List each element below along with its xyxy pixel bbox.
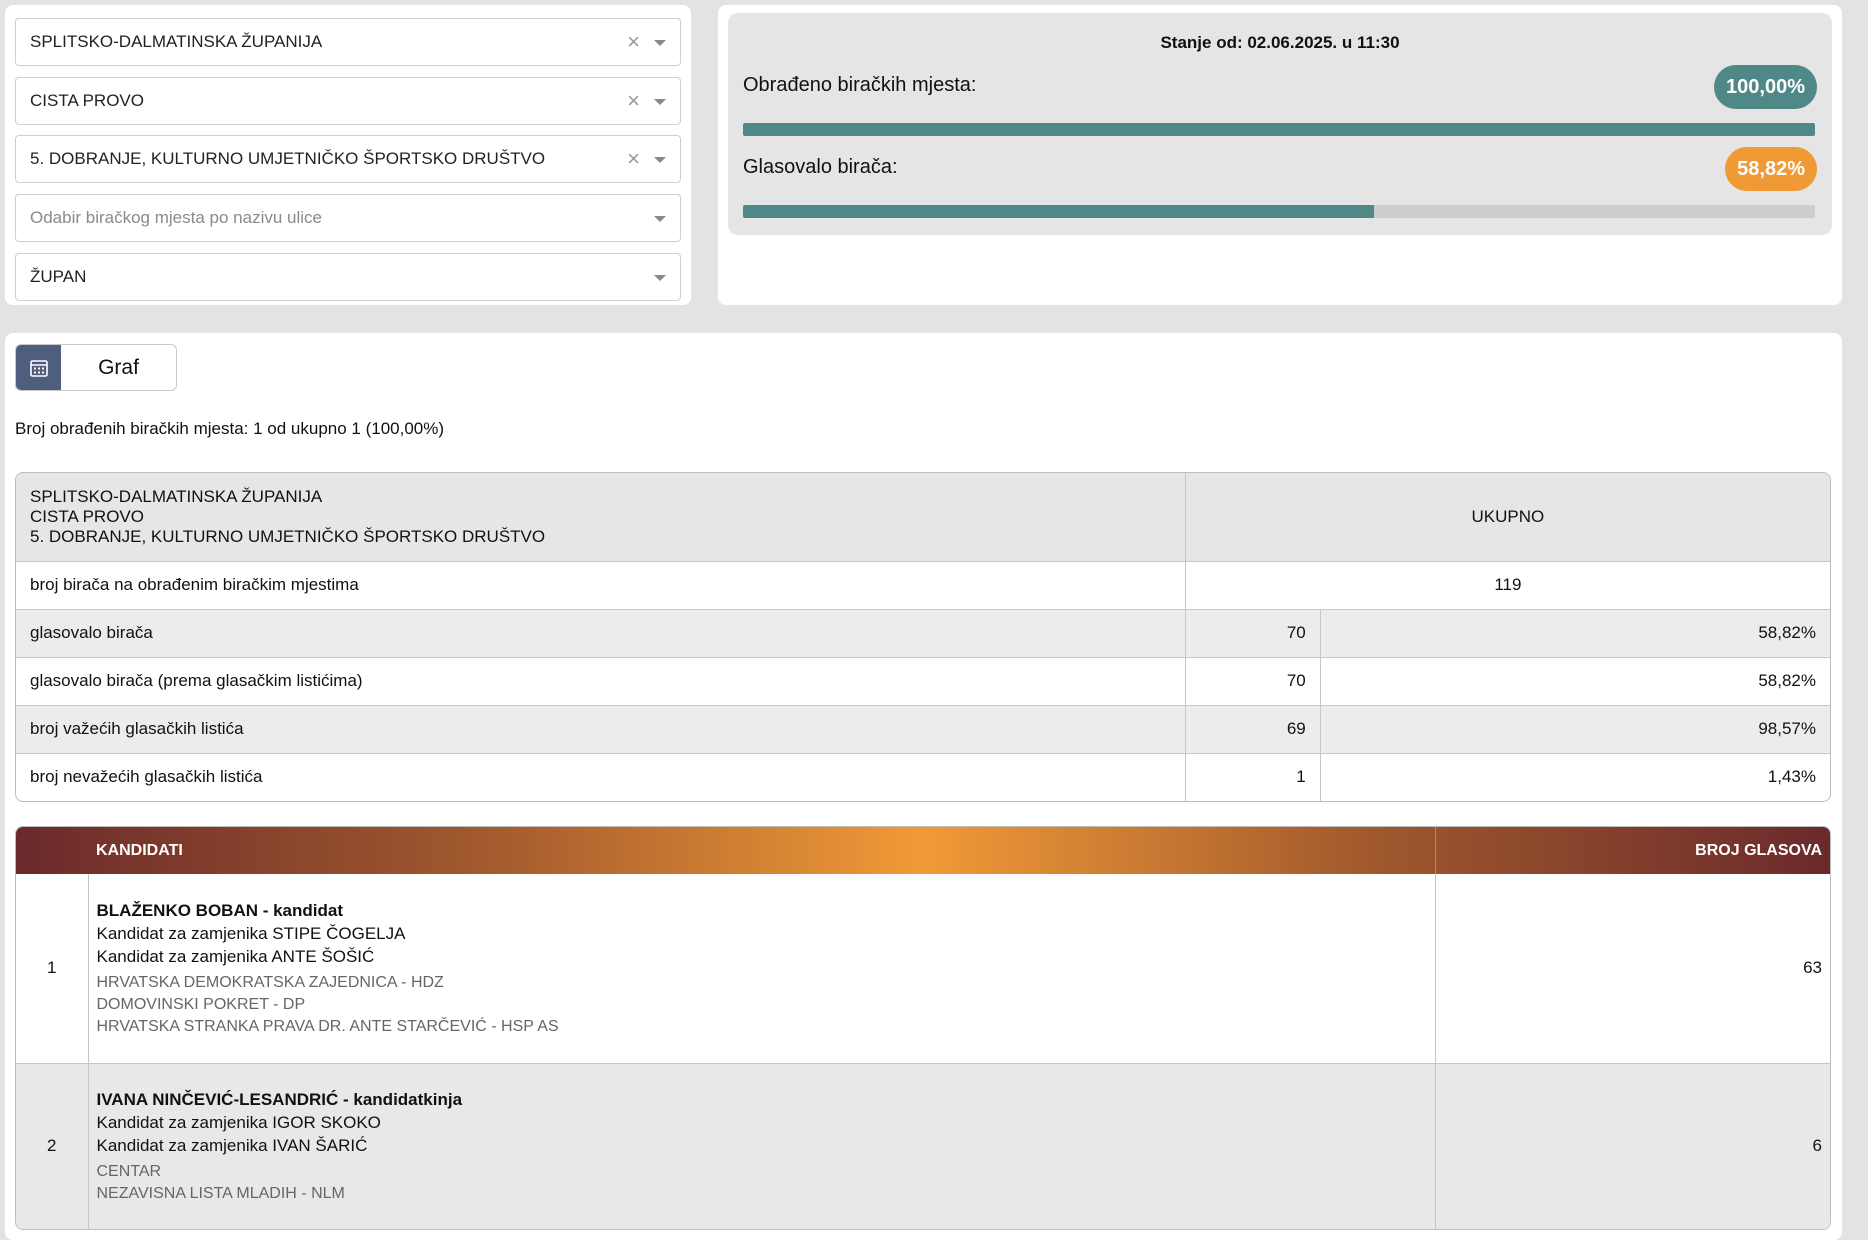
candidate-parties: HRVATSKA DEMOKRATSKA ZAJEDNICA - HDZ DOM… <box>97 972 1427 1038</box>
candidate-deputy: Kandidat za zamjenika ANTE ŠOŠIĆ <box>96 946 375 966</box>
chevron-down-icon[interactable] <box>654 216 666 222</box>
row-label: glasovalo birača (prema glasačkim listić… <box>16 657 1186 706</box>
polling-station-select[interactable]: 5. DOBRANJE, KULTURNO UMJETNIČKO ŠPORTSK… <box>15 135 681 183</box>
candidate-row: 2 IVANA NINČEVIĆ-LESANDRIĆ - kandidatkin… <box>16 1063 1830 1229</box>
table-row: glasovalo birača 70 58,82% <box>16 609 1830 658</box>
chevron-down-icon[interactable] <box>654 99 666 105</box>
county-select-value: SPLITSKO-DALMATINSKA ŽUPANIJA <box>30 32 323 51</box>
city-select-value: CISTA PROVO <box>30 91 144 110</box>
processed-count-text: Broj obrađenih biračkih mjesta: 1 od uku… <box>15 419 445 438</box>
processed-progress-fill <box>743 123 1815 136</box>
street-select[interactable]: Odabir biračkog mjesta po nazivu ulice <box>15 194 681 242</box>
party-name: NEZAVISNA LISTA MLADIH - NLM <box>96 1184 345 1202</box>
row-count: 70 <box>1185 609 1321 658</box>
candidates-header: KANDIDATI <box>88 827 1436 874</box>
row-percent: 98,57% <box>1320 705 1830 754</box>
candidate-name: IVANA NINČEVIĆ-LESANDRIĆ - kandidatkinja <box>96 1089 463 1109</box>
election-type-select[interactable]: ŽUPAN <box>15 253 681 301</box>
summary-table: SPLITSKO-DALMATINSKA ŽUPANIJA CISTA PROV… <box>15 472 1831 802</box>
candidate-deputy: Kandidat za zamjenika IVAN ŠARIĆ <box>96 1135 368 1155</box>
row-percent: 1,43% <box>1767 767 1816 787</box>
candidate-votes: 63 <box>1435 874 1830 1064</box>
candidate-votes: 6 <box>1435 1063 1830 1229</box>
calendar-grid-icon <box>16 345 61 390</box>
county-select[interactable]: SPLITSKO-DALMATINSKA ŽUPANIJA × <box>15 18 681 66</box>
summary-location-city: CISTA PROVO <box>30 506 144 526</box>
summary-header-row: SPLITSKO-DALMATINSKA ŽUPANIJA CISTA PROV… <box>16 473 1830 562</box>
row-percent: 58,82% <box>1320 609 1830 658</box>
candidate-deputy: Kandidat za zamjenika IGOR SKOKO <box>96 1112 381 1132</box>
graf-button-label: Graf <box>98 355 139 379</box>
status-date: Stanje od: 02.06.2025. u 11:30 <box>1160 33 1400 52</box>
summary-location-county: SPLITSKO-DALMATINSKA ŽUPANIJA <box>30 486 323 506</box>
status-card: Stanje od: 02.06.2025. u 11:30 Obrađeno … <box>728 13 1832 235</box>
table-row: glasovalo birača (prema glasačkim listić… <box>16 657 1830 706</box>
party-name: HRVATSKA DEMOKRATSKA ZAJEDNICA - HDZ <box>96 973 444 991</box>
table-row: broj nevažećih glasačkih listića 1 1,43% <box>16 753 1830 801</box>
party-name: CENTAR <box>96 1162 162 1180</box>
filters-panel: SPLITSKO-DALMATINSKA ŽUPANIJA × CISTA PR… <box>5 5 691 305</box>
status-panel: Stanje od: 02.06.2025. u 11:30 Obrađeno … <box>718 5 1842 305</box>
turnout-progress-fill <box>743 205 1374 218</box>
clear-county-icon[interactable]: × <box>627 31 640 53</box>
candidate-info: BLAŽENKO BOBAN - kandidat Kandidat za za… <box>88 874 1436 1064</box>
candidate-parties: CENTAR NEZAVISNA LISTA MLADIH - NLM <box>97 1161 1427 1205</box>
votes-header: BROJ GLASOVA <box>1695 841 1822 859</box>
turnout-progress-bar <box>743 205 1815 218</box>
chevron-down-icon[interactable] <box>654 157 666 163</box>
party-name: HRVATSKA STRANKA PRAVA DR. ANTE STARČEVI… <box>96 1017 559 1035</box>
row-count: 1 <box>1185 753 1321 801</box>
summary-location-station: 5. DOBRANJE, KULTURNO UMJETNIČKO ŠPORTSK… <box>30 526 546 546</box>
row-value: 119 <box>1185 561 1830 610</box>
row-label: broj birača na obrađenim biračkim mjesti… <box>16 561 1186 610</box>
processed-progress-bar <box>743 123 1815 136</box>
chevron-down-icon[interactable] <box>654 275 666 281</box>
election-type-select-value: ŽUPAN <box>30 267 87 286</box>
candidate-info: IVANA NINČEVIĆ-LESANDRIĆ - kandidatkinja… <box>88 1063 1436 1229</box>
processed-badge: 100,00% <box>1714 65 1817 109</box>
row-count: 70 <box>1185 657 1321 706</box>
clear-city-icon[interactable]: × <box>627 90 640 112</box>
candidates-header-row: KANDIDATI BROJ GLASOVA <box>16 827 1830 874</box>
turnout-label: Glasovalo birača: <box>743 156 898 178</box>
clear-polling-station-icon[interactable]: × <box>627 148 640 170</box>
results-panel: Graf Broj obrađenih biračkih mjesta: 1 o… <box>5 333 1842 1240</box>
row-label: glasovalo birača <box>16 609 1186 658</box>
street-select-placeholder: Odabir biračkog mjesta po nazivu ulice <box>30 208 322 227</box>
processed-label: Obrađeno biračkih mjesta: <box>743 74 977 96</box>
summary-total-header: UKUPNO <box>1185 473 1830 562</box>
candidate-row: 1 BLAŽENKO BOBAN - kandidat Kandidat za … <box>16 874 1830 1064</box>
row-label: broj nevažećih glasačkih listića <box>16 753 1186 801</box>
table-row: broj važećih glasačkih listića 69 98,57% <box>16 705 1830 754</box>
row-count: 69 <box>1185 705 1321 754</box>
candidate-deputy: Kandidat za zamjenika STIPE ČOGELJA <box>96 923 406 943</box>
city-select[interactable]: CISTA PROVO × <box>15 77 681 125</box>
row-label: broj važećih glasačkih listića <box>16 705 1186 754</box>
turnout-badge: 58,82% <box>1725 147 1817 191</box>
summary-location-cell: SPLITSKO-DALMATINSKA ŽUPANIJA CISTA PROV… <box>16 473 1186 562</box>
candidates-table: KANDIDATI BROJ GLASOVA 1 BLAŽENKO BOBAN … <box>15 826 1831 1230</box>
candidate-index: 1 <box>16 874 89 1064</box>
header-index-cell <box>16 827 88 874</box>
candidate-index: 2 <box>16 1063 89 1229</box>
candidate-name: BLAŽENKO BOBAN - kandidat <box>96 900 344 920</box>
row-percent: 58,82% <box>1320 657 1830 706</box>
party-name: DOMOVINSKI POKRET - DP <box>96 995 306 1013</box>
graf-button[interactable]: Graf <box>15 344 177 391</box>
table-row: broj birača na obrađenim biračkim mjesti… <box>16 561 1830 610</box>
chevron-down-icon[interactable] <box>654 40 666 46</box>
polling-station-select-value: 5. DOBRANJE, KULTURNO UMJETNIČKO ŠPORTSK… <box>30 149 546 168</box>
